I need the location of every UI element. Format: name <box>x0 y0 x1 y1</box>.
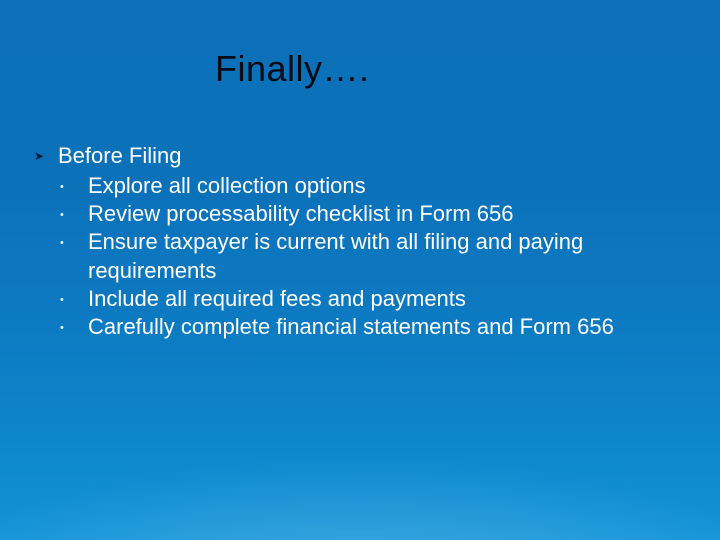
chevron-right-icon: ➤ <box>34 142 58 170</box>
list-item-text: Ensure taxpayer is current with all fili… <box>88 228 680 284</box>
list-item: • Review processability checklist in For… <box>58 200 680 228</box>
list-item: • Carefully complete financial statement… <box>58 313 680 341</box>
list-item: ➤ Before Filing <box>34 142 680 170</box>
bullet-icon: • <box>58 313 88 340</box>
sub-list: • Explore all collection options • Revie… <box>34 172 680 341</box>
list-heading: Before Filing <box>58 142 680 170</box>
bullet-icon: • <box>58 285 88 312</box>
list-item-text: Include all required fees and payments <box>88 285 680 313</box>
list-item: • Ensure taxpayer is current with all fi… <box>58 228 680 284</box>
slide-title: Finally…. <box>215 48 370 90</box>
list-item: • Explore all collection options <box>58 172 680 200</box>
bullet-icon: • <box>58 172 88 199</box>
list-item-text: Explore all collection options <box>88 172 680 200</box>
list-item: • Include all required fees and payments <box>58 285 680 313</box>
bullet-icon: • <box>58 200 88 227</box>
slide: Finally…. ➤ Before Filing • Explore all … <box>0 0 720 540</box>
content-area: ➤ Before Filing • Explore all collection… <box>34 142 680 341</box>
list-item-text: Review processability checklist in Form … <box>88 200 680 228</box>
bullet-icon: • <box>58 228 88 255</box>
list-item-text: Carefully complete financial statements … <box>88 313 680 341</box>
